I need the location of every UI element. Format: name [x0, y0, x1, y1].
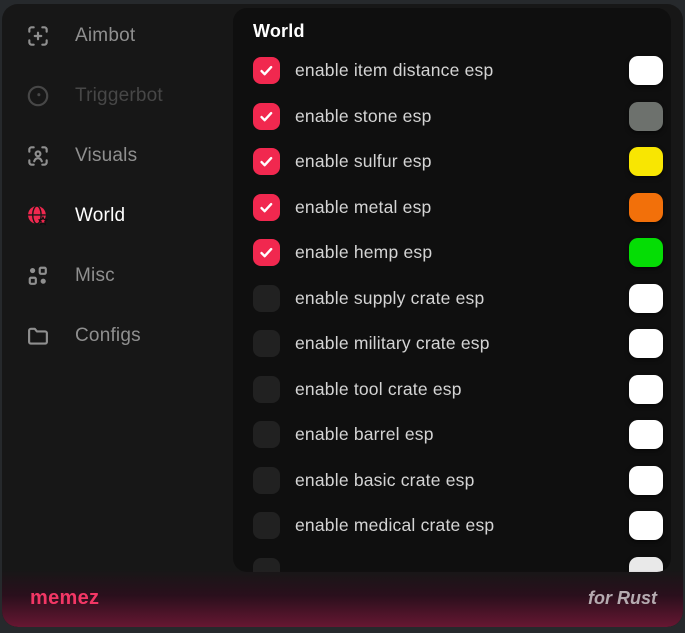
color-swatch[interactable] [629, 56, 663, 85]
esp-checkbox[interactable] [253, 103, 280, 130]
esp-label: enable medical crate esp [295, 515, 629, 536]
check-icon [258, 108, 275, 125]
esp-checkbox[interactable] [253, 285, 280, 312]
esp-label: enable barrel esp [295, 424, 629, 445]
esp-label: enable basic crate esp [295, 470, 629, 491]
visuals-user-scan-icon [25, 143, 51, 169]
esp-checkbox[interactable] [253, 148, 280, 175]
esp-label: enable metal esp [295, 197, 629, 218]
check-icon [258, 244, 275, 261]
check-icon [258, 153, 275, 170]
sidebar: Aimbot Triggerbot Visuals [2, 6, 233, 366]
color-swatch[interactable] [629, 375, 663, 404]
esp-checkbox[interactable] [253, 57, 280, 84]
esp-row: enable military crate esp [253, 321, 663, 367]
esp-checkbox[interactable] [253, 330, 280, 357]
esp-checkbox[interactable] [253, 467, 280, 494]
esp-row: enable tool crate esp [253, 367, 663, 413]
color-swatch[interactable] [629, 193, 663, 222]
configs-folder-icon [25, 323, 51, 349]
esp-checkbox[interactable] [253, 376, 280, 403]
esp-checkbox[interactable] [253, 512, 280, 539]
check-icon [258, 199, 275, 216]
esp-label: enable sulfur esp [295, 151, 629, 172]
aimbot-crosshair-icon [25, 23, 51, 49]
color-swatch[interactable] [629, 284, 663, 313]
color-swatch[interactable] [629, 466, 663, 495]
sidebar-item-world[interactable]: World [2, 186, 233, 246]
sidebar-item-label: Configs [75, 325, 141, 347]
esp-label: enable stone esp [295, 106, 629, 127]
sidebar-item-configs[interactable]: Configs [2, 306, 233, 366]
esp-row-partial [253, 549, 663, 573]
esp-row: enable hemp esp [253, 230, 663, 276]
color-swatch[interactable] [629, 511, 663, 540]
cheat-menu-window: Aimbot Triggerbot Visuals [2, 4, 683, 627]
esp-row: enable supply crate esp [253, 276, 663, 322]
sidebar-item-aimbot[interactable]: Aimbot [2, 6, 233, 66]
sidebar-item-label: Misc [75, 265, 115, 287]
world-globe-icon [25, 203, 51, 229]
esp-label: enable hemp esp [295, 242, 629, 263]
footer: memez for Rust [2, 570, 683, 627]
color-swatch[interactable] [629, 147, 663, 176]
brand-memez: memez [30, 587, 99, 610]
misc-grid-icon [25, 263, 51, 289]
esp-label: enable tool crate esp [295, 379, 629, 400]
esp-label: enable item distance esp [295, 60, 629, 81]
esp-row: enable barrel esp [253, 412, 663, 458]
color-swatch[interactable] [629, 238, 663, 267]
footer-tagline: for Rust [588, 588, 657, 609]
esp-row: enable sulfur esp [253, 139, 663, 185]
esp-checkbox[interactable] [253, 421, 280, 448]
sidebar-item-label: World [75, 205, 125, 227]
check-icon [258, 62, 275, 79]
esp-row: enable metal esp [253, 185, 663, 231]
panel-title: World [253, 20, 663, 42]
color-swatch[interactable] [629, 329, 663, 358]
esp-label: enable military crate esp [295, 333, 629, 354]
sidebar-item-label: Aimbot [75, 25, 135, 47]
esp-checkbox[interactable] [253, 239, 280, 266]
world-panel: World enable item distance esp enable st… [233, 8, 671, 572]
sidebar-item-misc[interactable]: Misc [2, 246, 233, 306]
esp-row: enable medical crate esp [253, 503, 663, 549]
sidebar-item-label: Triggerbot [75, 85, 163, 107]
esp-checkbox[interactable] [253, 194, 280, 221]
esp-row: enable stone esp [253, 94, 663, 140]
sidebar-item-label: Visuals [75, 145, 137, 167]
sidebar-item-triggerbot[interactable]: Triggerbot [2, 66, 233, 126]
triggerbot-circle-icon [25, 83, 51, 109]
color-swatch[interactable] [629, 102, 663, 131]
esp-label: enable supply crate esp [295, 288, 629, 309]
color-swatch[interactable] [629, 420, 663, 449]
esp-row: enable item distance esp [253, 48, 663, 94]
esp-row: enable basic crate esp [253, 458, 663, 504]
sidebar-item-visuals[interactable]: Visuals [2, 126, 233, 186]
